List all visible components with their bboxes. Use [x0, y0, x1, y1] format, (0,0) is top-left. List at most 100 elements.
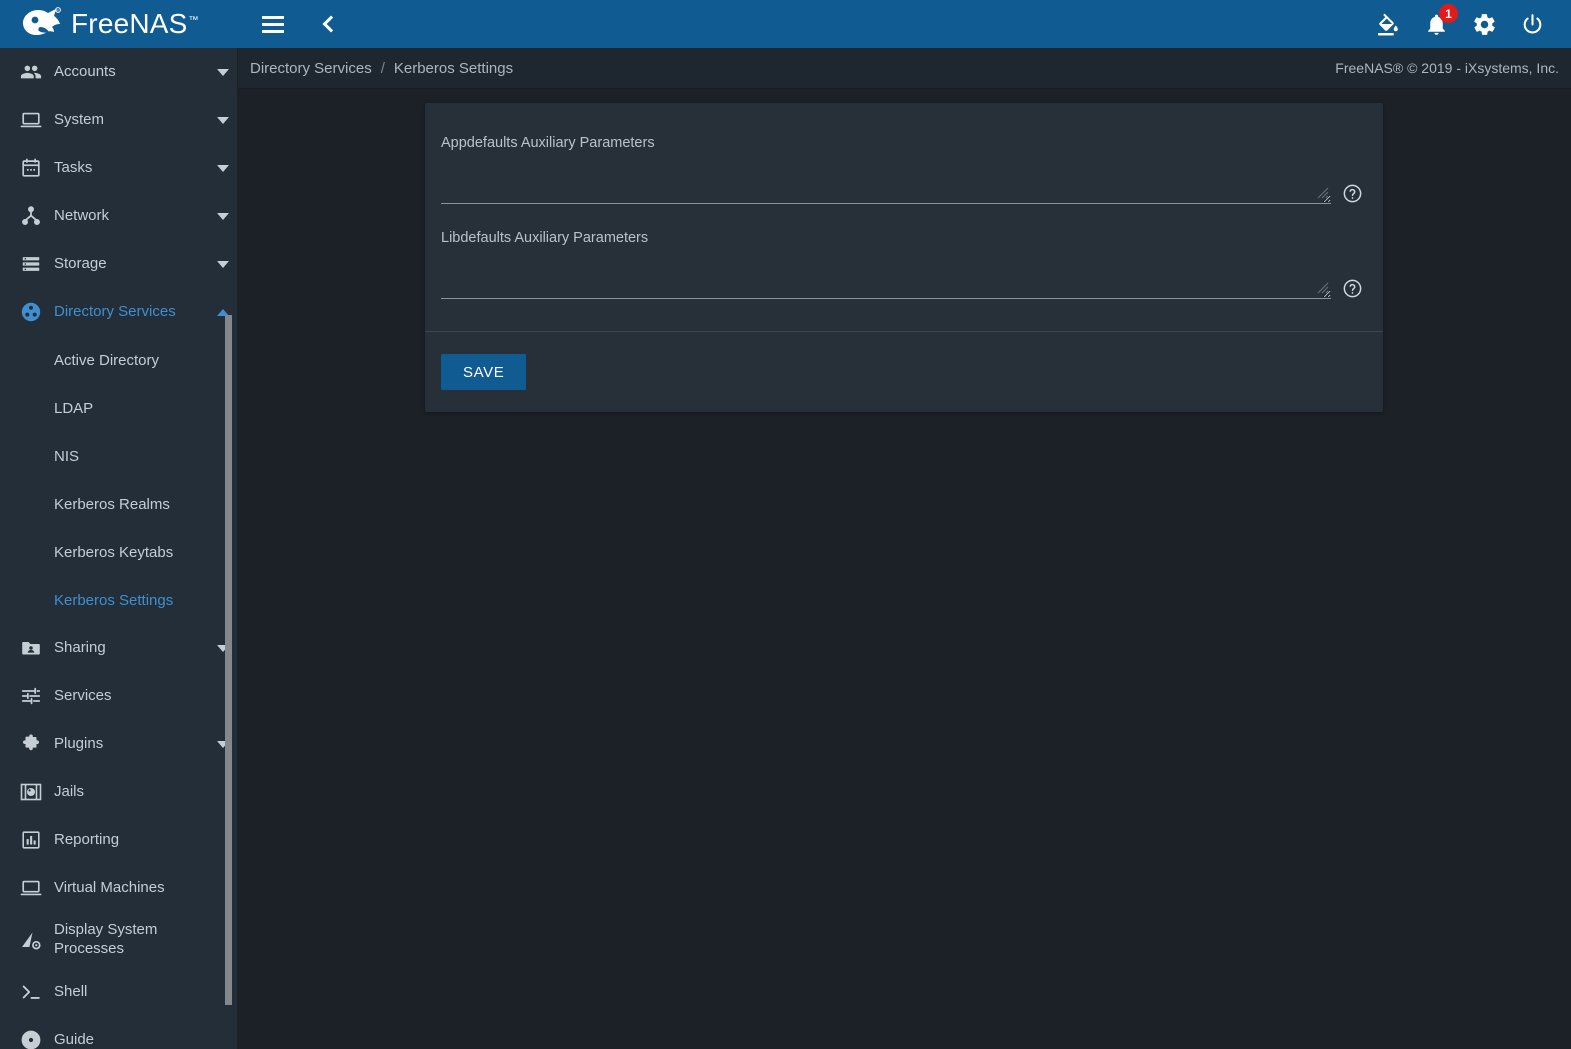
sidebar-item-directory-services[interactable]: Directory Services [0, 288, 237, 336]
calendar-icon [12, 157, 50, 179]
bell-icon[interactable]: 1 [1419, 4, 1458, 41]
breadcrumb-item-directory-services[interactable]: Directory Services [250, 60, 372, 77]
sidebar-item-kerberos-keytabs[interactable]: Kerberos Keytabs [0, 528, 237, 576]
help-circle-icon[interactable] [1337, 273, 1367, 303]
svg-text:R: R [56, 9, 59, 13]
sidebar-item-network[interactable]: Network [0, 192, 237, 240]
sidebar-subitem-label: Active Directory [54, 351, 160, 369]
laptop-icon [12, 877, 50, 899]
terminal-prompt-icon [12, 981, 50, 1003]
sidebar-scrollbar-track[interactable] [225, 48, 235, 1049]
sidebar-item-label: Network [54, 207, 110, 225]
hamburger-menu-icon[interactable] [256, 7, 290, 41]
sidebar-item-plugins[interactable]: Plugins [0, 720, 237, 768]
breadcrumb-bar: Directory Services / Kerberos Settings F… [238, 48, 1571, 89]
jail-icon [12, 780, 50, 804]
sidebar-item-shell[interactable]: Shell [0, 968, 237, 1016]
sidebar-subitem-label: Kerberos Realms [54, 495, 170, 513]
sidebar-item-label: Accounts [54, 63, 116, 81]
sliders-icon [12, 685, 50, 707]
sidebar-item-label: Tasks [54, 159, 93, 177]
topbar-left-controls [256, 7, 346, 41]
sidebar-item-guide[interactable]: Guide [0, 1016, 237, 1049]
sidebar-item-label: Storage [54, 255, 107, 273]
sidebar-navigation: Accounts System Tasks Network Storage Di… [0, 48, 238, 1049]
libdefaults-auxiliary-parameters-input[interactable] [441, 254, 1331, 299]
sidebar-item-label: Guide [54, 1031, 95, 1049]
sidebar-item-accounts[interactable]: Accounts [0, 48, 237, 96]
brand-trademark: ™ [188, 14, 199, 26]
topbar-right-controls: 1 [1371, 4, 1571, 41]
field-row [441, 159, 1367, 204]
sidebar-item-label: System [54, 111, 105, 129]
sidebar-item-virtual-machines[interactable]: Virtual Machines [0, 864, 237, 912]
appdefaults-auxiliary-parameters-input[interactable] [441, 159, 1331, 204]
sidebar-item-display-system-processes[interactable]: Display System Processes [0, 912, 237, 968]
sidebar-item-label: Sharing [54, 639, 106, 657]
chevron-left-icon[interactable] [312, 7, 346, 41]
textarea-wrapper [441, 159, 1331, 204]
copyright-text: FreeNAS® © 2019 - iXsystems, Inc. [1335, 60, 1559, 76]
sidebar-item-label: Virtual Machines [54, 879, 165, 897]
freenas-fish-logo-icon: R [23, 7, 61, 35]
kerberos-settings-form-card: Appdefaults Auxiliary Parameters Libdefa… [425, 103, 1383, 412]
sidebar-item-ldap[interactable]: LDAP [0, 384, 237, 432]
breadcrumb-item-kerberos-settings[interactable]: Kerberos Settings [394, 60, 513, 77]
sidebar-item-active-directory[interactable]: Active Directory [0, 336, 237, 384]
freenas-app-window: R FreeNAS™ 1 Accounts System Tasks Netwo… [0, 0, 1571, 1049]
brand-logo[interactable]: R FreeNAS™ [0, 0, 238, 48]
sidebar-item-label: Shell [54, 983, 88, 1001]
sidebar-subitem-label: LDAP [54, 399, 94, 417]
help-circle-icon[interactable] [1337, 178, 1367, 208]
power-icon[interactable] [1515, 7, 1549, 41]
sidebar-scrollbar-thumb[interactable] [225, 315, 232, 1005]
sidebar-items-container: Accounts System Tasks Network Storage Di… [0, 48, 237, 1049]
share-folder-icon [12, 637, 50, 659]
sidebar-item-label: Plugins [54, 735, 104, 753]
help-circle-icon [12, 1028, 50, 1049]
field-libdefaults-auxiliary-parameters: Libdefaults Auxiliary Parameters [441, 218, 1367, 303]
sidebar-item-reporting[interactable]: Reporting [0, 816, 237, 864]
field-label: Appdefaults Auxiliary Parameters [441, 135, 655, 151]
sidebar-subitem-label: NIS [54, 447, 80, 465]
puzzle-piece-icon [12, 733, 50, 755]
main-content-area: Appdefaults Auxiliary Parameters Libdefa… [238, 89, 1571, 1049]
sidebar-item-label: Display System Processes [54, 921, 158, 957]
sidebar-subitem-label: Kerberos Settings [54, 591, 174, 609]
sidebar-item-tasks[interactable]: Tasks [0, 144, 237, 192]
field-appdefaults-auxiliary-parameters: Appdefaults Auxiliary Parameters [441, 123, 1367, 208]
paint-fill-bucket-icon[interactable] [1371, 7, 1405, 41]
processes-icon [12, 928, 50, 952]
top-navigation-bar: R FreeNAS™ 1 [0, 0, 1571, 48]
field-label: Libdefaults Auxiliary Parameters [441, 230, 649, 246]
sidebar-item-jails[interactable]: Jails [0, 768, 237, 816]
save-button[interactable]: SAVE [441, 354, 527, 390]
form-fields-container: Appdefaults Auxiliary Parameters Libdefa… [425, 103, 1383, 321]
sidebar-item-kerberos-realms[interactable]: Kerberos Realms [0, 480, 237, 528]
textarea-wrapper [441, 254, 1331, 299]
sidebar-item-sharing[interactable]: Sharing [0, 624, 237, 672]
form-actions: SAVE [425, 332, 1383, 412]
sidebar-item-system[interactable]: System [0, 96, 237, 144]
network-node-icon [12, 205, 50, 227]
sidebar-item-kerberos-settings[interactable]: Kerberos Settings [0, 576, 237, 624]
breadcrumb-separator: / [380, 59, 385, 77]
brand-name-text: FreeNAS [71, 8, 188, 39]
laptop-icon [12, 109, 50, 131]
brand-name: FreeNAS™ [71, 8, 199, 40]
sidebar-item-label: Jails [54, 783, 85, 801]
sidebar-item-nis[interactable]: NIS [0, 432, 237, 480]
notification-badge: 1 [1439, 4, 1458, 23]
breadcrumb: Directory Services / Kerberos Settings [250, 60, 513, 77]
bar-chart-icon [12, 829, 50, 851]
field-row [441, 254, 1367, 299]
sidebar-item-label: Directory Services [54, 303, 176, 321]
sidebar-subitem-label: Kerberos Keytabs [54, 543, 174, 561]
gear-icon[interactable] [1467, 7, 1501, 41]
people-icon [12, 61, 50, 83]
sidebar-item-label: Reporting [54, 831, 120, 849]
directory-services-icon [12, 300, 50, 324]
storage-list-icon [12, 253, 50, 275]
sidebar-item-services[interactable]: Services [0, 672, 237, 720]
sidebar-item-storage[interactable]: Storage [0, 240, 237, 288]
